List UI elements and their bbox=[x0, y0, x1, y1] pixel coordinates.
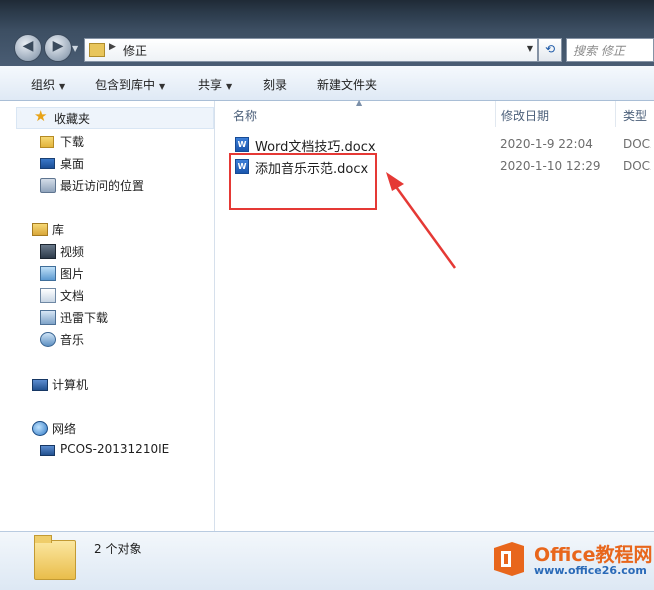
downloads-folder-icon bbox=[40, 136, 54, 148]
folder-icon bbox=[34, 535, 76, 580]
chevron-down-icon: ▼ bbox=[159, 82, 166, 91]
sidebar-item-label: 最近访问的位置 bbox=[60, 179, 145, 193]
organize-label: 组织 bbox=[31, 78, 56, 92]
document-library-icon bbox=[40, 288, 56, 303]
sidebar-item-label: 计算机 bbox=[52, 378, 89, 392]
sidebar-item-label: 音乐 bbox=[60, 333, 85, 347]
sidebar-item-label: 文档 bbox=[60, 289, 85, 303]
search-input[interactable]: 搜索 修正 bbox=[566, 38, 654, 62]
file-row[interactable]: W Word文档技巧.docx 2020-1-9 22:04 DOCX bbox=[231, 134, 651, 155]
watermark-title: Office教程网 bbox=[534, 544, 653, 566]
include-in-library-label: 包含到库中 bbox=[95, 78, 156, 92]
star-icon: ★ bbox=[34, 107, 48, 125]
burn-button[interactable]: 刻录 bbox=[263, 76, 287, 93]
breadcrumb-current-folder[interactable]: 修正 bbox=[123, 42, 147, 59]
column-header-name[interactable]: 名称 bbox=[225, 101, 495, 127]
refresh-icon: ⟲ bbox=[544, 42, 556, 56]
forward-arrow-icon: ▶ bbox=[52, 38, 64, 54]
network-computer-icon bbox=[40, 445, 55, 456]
picture-library-icon bbox=[40, 266, 56, 281]
chevron-down-icon: ▼ bbox=[59, 82, 66, 91]
title-bar: ◀ ▶ ▼ ▶ 修正 ▼ ⟲ 搜索 修正 bbox=[0, 0, 654, 66]
column-header-type[interactable]: 类型 bbox=[615, 101, 654, 127]
column-header-modified[interactable]: 修改日期 bbox=[493, 101, 613, 127]
video-library-icon bbox=[40, 244, 56, 259]
breadcrumb-chevron-icon[interactable]: ▶ bbox=[109, 42, 116, 52]
file-modified-date: 2020-1-10 12:29 bbox=[500, 159, 601, 173]
computer-icon bbox=[32, 379, 48, 391]
address-dropdown-icon[interactable]: ▼ bbox=[527, 44, 533, 53]
watermark-url: www.office26.com bbox=[534, 564, 647, 577]
new-folder-button[interactable]: 新建文件夹 bbox=[317, 76, 377, 93]
xunlei-library-icon bbox=[40, 310, 56, 325]
sidebar-item-label: 桌面 bbox=[60, 157, 85, 171]
column-header-label: 修改日期 bbox=[501, 109, 550, 123]
library-icon bbox=[32, 223, 48, 236]
include-in-library-button[interactable]: 包含到库中 ▼ bbox=[95, 76, 165, 93]
annotation-highlight-box bbox=[229, 153, 377, 210]
recent-places-icon bbox=[40, 178, 56, 193]
share-label: 共享 bbox=[198, 78, 223, 92]
file-type: DOCX bbox=[623, 137, 651, 151]
share-button[interactable]: 共享 ▼ bbox=[198, 76, 232, 93]
forward-button[interactable]: ▶ bbox=[44, 34, 72, 62]
item-count: 2 个对象 bbox=[94, 542, 142, 556]
sidebar-item-label: 收藏夹 bbox=[54, 112, 91, 126]
sidebar-item-label: 图片 bbox=[60, 267, 85, 281]
network-icon bbox=[32, 421, 48, 436]
sidebar-item-label: 下载 bbox=[60, 135, 85, 149]
organize-button[interactable]: 组织 ▼ bbox=[31, 76, 65, 93]
sidebar-item-label: 网络 bbox=[52, 422, 77, 436]
back-arrow-icon: ◀ bbox=[22, 38, 34, 54]
address-bar[interactable]: ▶ 修正 ▼ bbox=[84, 38, 538, 62]
search-placeholder: 搜索 修正 bbox=[573, 44, 625, 58]
recent-pages-chevron-icon[interactable]: ▼ bbox=[72, 44, 78, 53]
music-library-icon bbox=[40, 332, 56, 347]
word-document-icon: W bbox=[235, 137, 249, 152]
command-bar: 组织 ▼ 包含到库中 ▼ 共享 ▼ 刻录 新建文件夹 bbox=[0, 66, 654, 101]
folder-icon bbox=[89, 43, 105, 57]
file-type: DOCX bbox=[623, 159, 651, 173]
sidebar-item-label: 视频 bbox=[60, 245, 85, 259]
column-header-label: 名称 bbox=[233, 109, 258, 123]
sidebar-item-label: 迅雷下载 bbox=[60, 311, 109, 325]
chevron-down-icon: ▼ bbox=[226, 82, 233, 91]
refresh-button[interactable]: ⟲ bbox=[538, 38, 562, 62]
column-header-label: 类型 bbox=[623, 109, 648, 123]
office-logo-icon bbox=[494, 542, 524, 576]
navigation-pane: ★ 收藏夹 下载 桌面 最近访问的位置 库 视频 图片 文档 迅雷下载 音乐 计… bbox=[0, 101, 215, 531]
sidebar-item-label: 库 bbox=[52, 223, 65, 237]
sidebar-item-label: PCOS-20131210IE bbox=[60, 442, 170, 456]
back-button[interactable]: ◀ bbox=[14, 34, 42, 62]
file-modified-date: 2020-1-9 22:04 bbox=[500, 137, 593, 151]
desktop-icon bbox=[40, 158, 55, 169]
